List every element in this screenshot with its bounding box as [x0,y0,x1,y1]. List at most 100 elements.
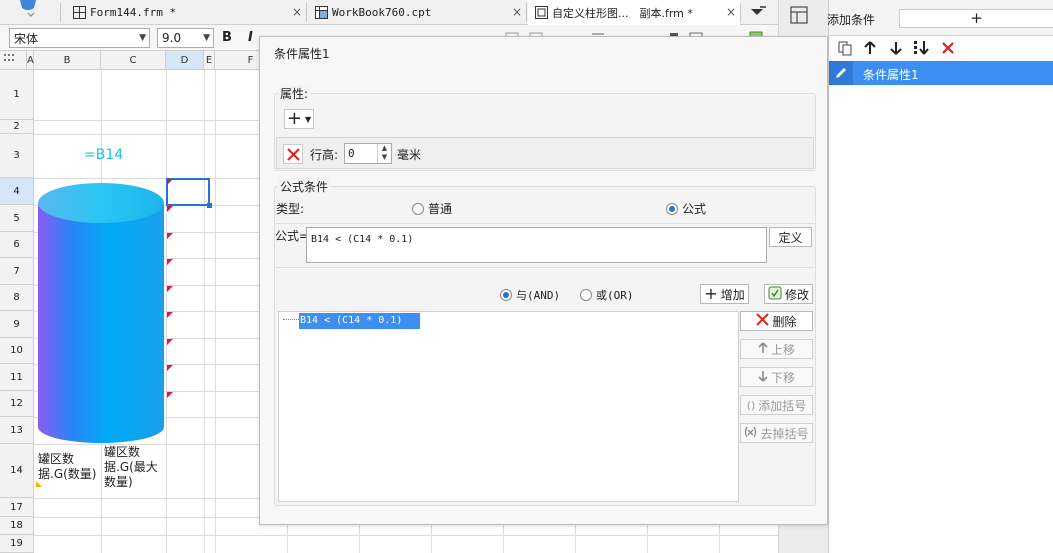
column-header-a[interactable]: A [27,51,34,70]
condition-marker [167,365,173,371]
row-header-10[interactable]: 10 [0,338,34,364]
row-header-19[interactable]: 19 [0,535,34,553]
tab-label: WorkBook760.cpt [332,6,432,19]
add-property-button[interactable]: + ▼ [284,109,314,129]
condition-marker [167,179,173,185]
row-header-17[interactable]: 17 [0,498,34,517]
cylinder-chart[interactable] [36,179,167,449]
tab-form144[interactable]: Form144.frm * × [66,0,306,25]
row-header-3[interactable]: 3 [0,134,34,178]
close-icon[interactable]: × [512,5,522,19]
remove-property-icon[interactable] [283,144,303,164]
workbook-icon [314,6,328,20]
row-header-6[interactable]: 6 [0,232,34,258]
row-height-property: 行高: 0 ▲ ▼ 毫米 [276,137,814,169]
row-header-9[interactable]: 9 [0,311,34,338]
add-condition-label: 添加条件 [827,13,876,27]
delete-button[interactable]: 删除 [740,311,813,331]
chevron-down-icon: ▼ [203,33,210,43]
row-header-7[interactable]: 7 [0,258,34,285]
row-header-14[interactable]: 14 [0,444,34,498]
font-size-select[interactable]: 9.0 ▼ [157,28,214,48]
row-header-11[interactable]: 11 [0,364,34,391]
form-grid-icon [72,6,86,20]
column-header-c[interactable]: C [101,51,166,70]
row-header-13[interactable]: 13 [0,417,34,444]
and-radio[interactable]: 与(AND) [500,287,560,303]
add-bracket-button[interactable]: () 添加括号 [740,395,813,415]
condition-marker [167,392,173,398]
or-radio[interactable]: 或(OR) [580,287,634,303]
move-down-icon[interactable] [888,40,904,56]
condition-marker [167,286,173,292]
dialog-title: 条件属性1 [274,47,330,61]
select-all-corner[interactable] [0,51,27,70]
add-button[interactable]: + 增加 [700,284,749,304]
cell-b3-formula[interactable]: =B14 [84,147,123,163]
cell-corner-marker [36,481,42,487]
arrow-down-icon [758,370,768,385]
panel-header: 添加条件 + [827,0,1053,36]
fill-handle[interactable] [207,203,212,208]
condition-attribute-dialog: 条件属性1 属性: + ▼ 行高: 0 ▲ ▼ 毫米 公式条件 类型: 普通 公式… [259,36,828,525]
condition-list[interactable]: B14 < (C14 * 0.1) [278,311,739,502]
properties-label: 属性: [278,85,311,102]
close-icon[interactable]: × [726,5,736,19]
move-up-button[interactable]: 上移 [740,339,813,359]
form-icon [534,6,548,20]
bold-button[interactable]: B [222,30,232,45]
condition-marker [167,233,173,239]
row-header-8[interactable]: 8 [0,285,34,311]
chevron-down-icon: ▼ [304,114,312,124]
italic-button[interactable]: I [248,30,253,45]
row-header-1[interactable]: 1 [0,70,34,120]
condition-item-label: 条件属性1 [863,68,919,82]
bracket-icon: () [746,398,756,412]
cell-b14[interactable]: 罐区数据.G(数量) [38,452,100,482]
delete-icon[interactable] [940,40,956,56]
row-header-5[interactable]: 5 [0,205,34,232]
condition-marker [167,206,173,212]
move-up-icon[interactable] [862,40,878,56]
tab-list-dropdown-icon[interactable] [746,4,768,23]
type-normal-radio[interactable]: 普通 [412,200,452,217]
row-header-18[interactable]: 18 [0,517,34,535]
row-header-12[interactable]: 12 [0,391,34,417]
column-header-d[interactable]: D [166,51,204,70]
spinner-icon[interactable]: ▲ ▼ [377,144,391,163]
condition-marker [167,339,173,345]
move-bottom-icon[interactable] [913,40,929,56]
column-header-b[interactable]: B [34,51,101,70]
row-height-unit: 毫米 [397,148,422,162]
row-height-label: 行高: [310,148,339,162]
modify-button[interactable]: 修改 [764,284,813,304]
cell-c14[interactable]: 罐区数据.G(最大数量) [104,445,166,490]
row-header-2[interactable]: 2 [0,120,34,134]
tab-label: 自定义柱形图... 副本.frm * [552,6,693,20]
font-family-select[interactable]: 宋体 ▼ [9,28,150,48]
condition-list-item[interactable]: 条件属性1 [829,61,1053,85]
plus-icon: + [704,284,718,303]
column-header-e[interactable]: E [204,51,215,70]
condition-marker [167,312,173,318]
formula-input[interactable]: B14 < (C14 * 0.1) [306,227,767,263]
condition-marker [167,259,173,265]
pencil-icon [829,61,853,85]
row-header-4[interactable]: 4 [0,178,34,205]
type-formula-radio[interactable]: 公式 [666,200,706,217]
remove-bracket-button[interactable]: 去掉括号 [740,423,813,443]
condition-list-row[interactable]: B14 < (C14 * 0.1) [299,313,420,329]
define-button[interactable]: 定义 [769,227,812,247]
condition-attributes-panel: 添加条件 + 条件属性1 [827,0,1053,553]
add-condition-button[interactable]: + [899,9,1053,28]
copy-icon[interactable] [837,40,853,56]
move-down-button[interactable]: 下移 [740,367,813,387]
app-logo[interactable] [0,0,55,25]
tab-workbook760[interactable]: WorkBook760.cpt × [308,0,526,25]
arrow-up-icon [758,341,768,357]
tab-custom-bar-chart[interactable]: 自定义柱形图... 副本.frm * × [528,0,740,25]
formula-label: 公式= [275,229,310,243]
row-height-input[interactable]: 0 ▲ ▼ [344,143,392,164]
close-icon[interactable]: × [292,5,302,19]
widget-panel-icon[interactable] [790,6,808,27]
